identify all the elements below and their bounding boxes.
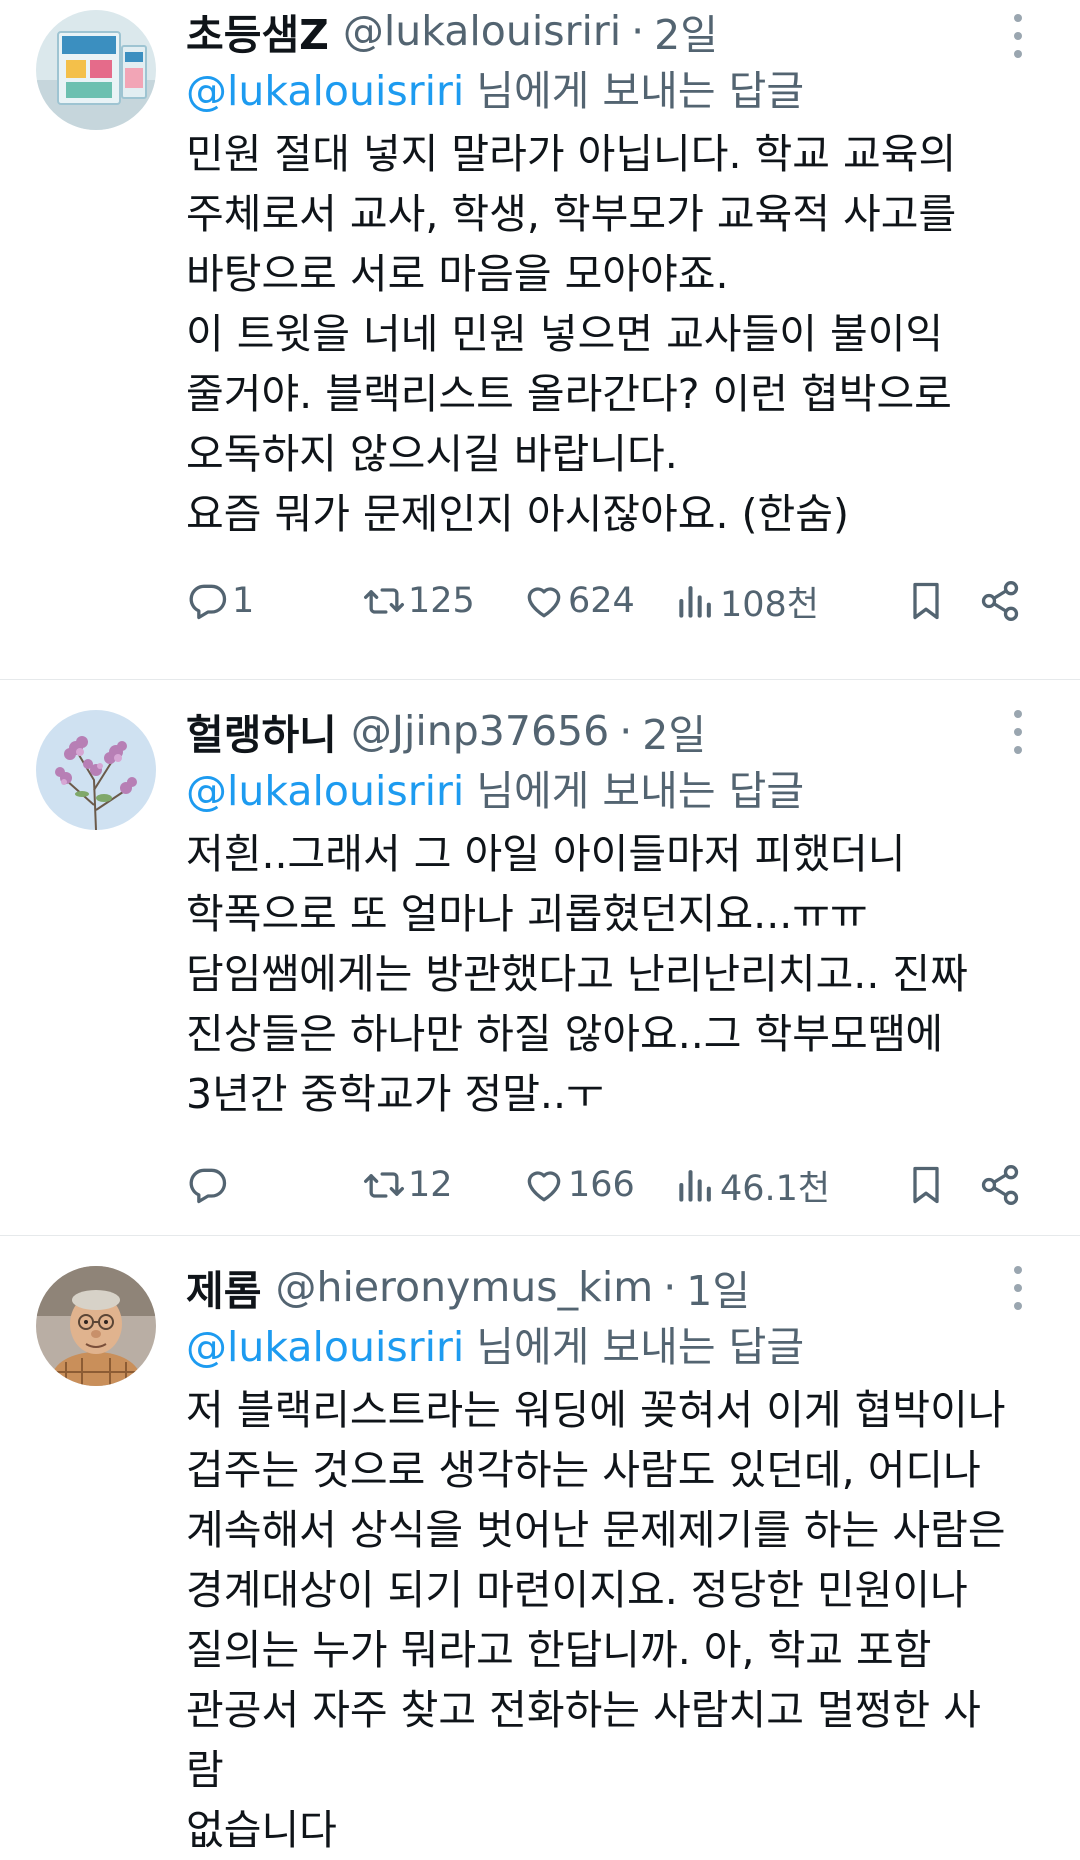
separator-dot: · [631, 7, 645, 55]
tweet-text: 저흰..그래서 그 아일 아이들마저 피했더니 학폭으로 또 얼마나 괴롭혔던지… [186, 830, 968, 1118]
more-options-icon[interactable] [1008, 14, 1028, 58]
tweet[interactable]: 헐랭하니 @Jjinp37656 · 2일 @lukalouisriri 님에게 … [0, 680, 1080, 1236]
like-count: 624 [568, 581, 635, 621]
username[interactable]: @lukalouisriri [343, 7, 621, 55]
reply-button[interactable]: 1 [186, 566, 254, 636]
tweet-text: 민원 절대 넣지 말라가 아닙니다. 학교 교육의 주체로서 교사, 학생, 학… [186, 130, 957, 538]
reply-context: @lukalouisriri 님에게 보내는 답글 [186, 1318, 1010, 1376]
reply-context: @lukalouisriri 님에게 보내는 답글 [186, 762, 1010, 820]
reply-count: 1 [232, 581, 255, 621]
bookmark-icon [913, 1166, 939, 1204]
reply-to-label: 님에게 보내는 답글 [476, 1323, 805, 1371]
tweet-header: 초등샘Z @lukalouisriri · 2일 [186, 0, 1010, 62]
share-icon [981, 1165, 1019, 1205]
lilac-flowers-avatar-image [36, 710, 156, 830]
retweet-button[interactable]: 12 [362, 1150, 453, 1220]
bookmark-icon [913, 582, 939, 620]
reply-context: @lukalouisriri 님에게 보내는 답글 [186, 62, 1010, 120]
reply-button[interactable] [186, 1150, 230, 1220]
avatar[interactable] [36, 10, 156, 130]
reply-to-handle[interactable]: @lukalouisriri [186, 67, 464, 115]
book-cover-avatar-image [36, 10, 156, 130]
like-icon [527, 587, 561, 618]
like-button[interactable]: 166 [522, 1150, 635, 1220]
username[interactable]: @Jjinp37656 [351, 707, 609, 755]
views-count: 108천 [720, 584, 820, 625]
timestamp[interactable]: 2일 [654, 1, 718, 61]
like-count: 166 [568, 1165, 635, 1205]
like-button[interactable]: 624 [522, 566, 635, 636]
tweet-text: 저 블랙리스트라는 워딩에 꽂혀서 이게 협박이나 겁주는 것으로 생각하는 사… [186, 1386, 1006, 1854]
tweet-header: 헐랭하니 @Jjinp37656 · 2일 [186, 700, 1010, 762]
avatar[interactable] [36, 710, 156, 830]
reply-icon [189, 584, 227, 620]
display-name[interactable]: 초등샘Z [186, 1, 329, 61]
more-options-icon[interactable] [1008, 710, 1028, 754]
reply-to-handle[interactable]: @lukalouisriri [186, 1323, 464, 1371]
like-icon [527, 1171, 561, 1202]
display-name[interactable]: 헐랭하니 [186, 701, 337, 761]
tweet-header: 제롬 @hieronymus_kim · 1일 [186, 1256, 1010, 1318]
retweet-button[interactable]: 125 [362, 566, 475, 636]
reply-to-handle[interactable]: @lukalouisriri [186, 767, 464, 815]
views-icon [679, 586, 711, 618]
username[interactable]: @hieronymus_kim [275, 1263, 653, 1311]
more-options-icon[interactable] [1008, 1266, 1028, 1310]
bookmark-button[interactable] [904, 566, 948, 636]
tweet[interactable]: 제롬 @hieronymus_kim · 1일 @lukalouisriri 님에… [0, 1236, 1080, 1854]
views-button[interactable]: 46.1천 [674, 1150, 830, 1220]
tweet[interactable]: 초등샘Z @lukalouisriri · 2일 @lukalouisriri 님… [0, 0, 1080, 680]
views-icon [679, 1170, 711, 1202]
retweet-count: 12 [408, 1165, 453, 1205]
bookmark-button[interactable] [904, 1150, 948, 1220]
retweet-count: 125 [408, 581, 475, 621]
share-icon [981, 581, 1019, 621]
action-bar: 1 125 624 108천 [186, 566, 1019, 636]
action-bar: 12 166 46.1천 [186, 1150, 1019, 1220]
retweet-icon [364, 588, 404, 614]
reply-to-label: 님에게 보내는 답글 [476, 767, 805, 815]
avatar[interactable] [36, 1266, 156, 1386]
retweet-icon [364, 1172, 404, 1198]
separator-dot: · [663, 1263, 677, 1311]
reply-icon [189, 1168, 227, 1204]
timestamp[interactable]: 1일 [686, 1257, 750, 1317]
views-button[interactable]: 108천 [674, 566, 819, 636]
separator-dot: · [619, 707, 633, 755]
share-button[interactable] [978, 1150, 1022, 1220]
display-name[interactable]: 제롬 [186, 1257, 261, 1317]
reply-to-label: 님에게 보내는 답글 [476, 67, 805, 115]
views-count: 46.1천 [720, 1168, 831, 1209]
share-button[interactable] [978, 566, 1022, 636]
timestamp[interactable]: 2일 [642, 701, 706, 761]
puppet-old-man-avatar-image [36, 1266, 156, 1386]
